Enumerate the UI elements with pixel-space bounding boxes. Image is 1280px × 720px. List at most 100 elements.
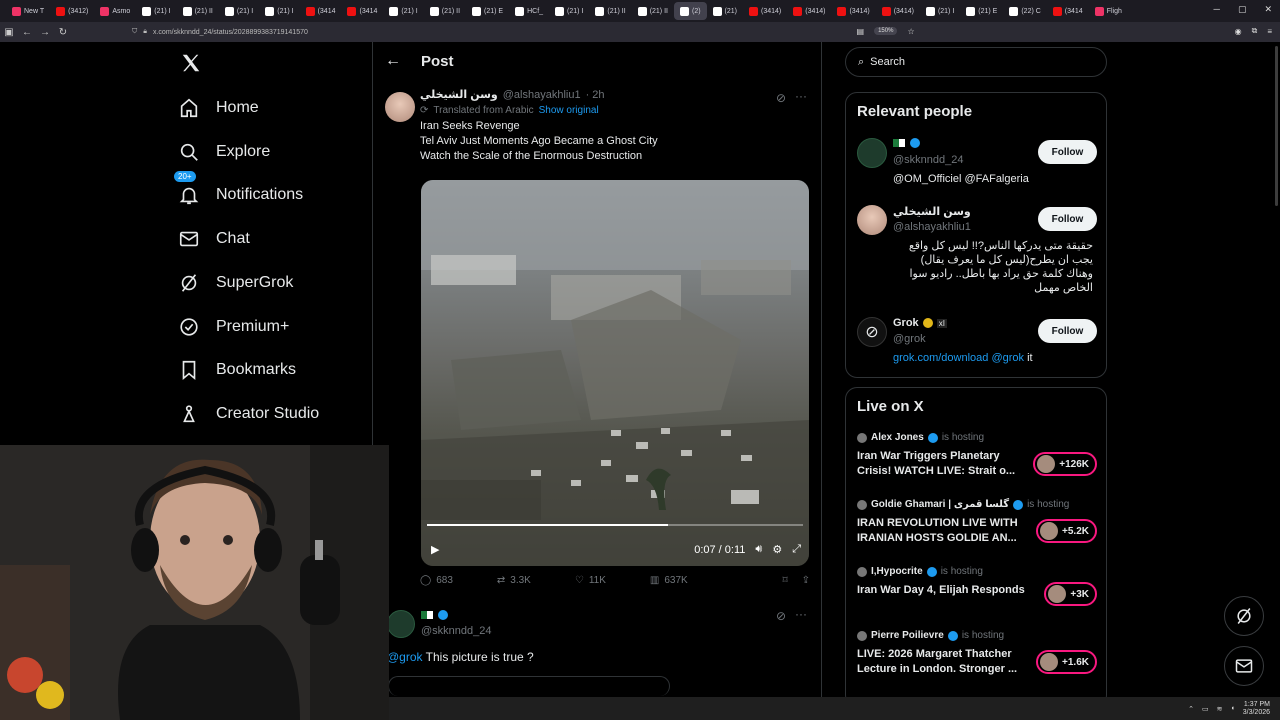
- nav-item-notifications[interactable]: 20+ Notifications: [174, 171, 303, 206]
- menu-icon[interactable]: ≡: [1267, 27, 1272, 36]
- page-scrollbar[interactable]: [1275, 46, 1278, 206]
- browser-tab[interactable]: (21) E: [466, 2, 509, 20]
- browser-tab[interactable]: (21) II: [177, 2, 219, 20]
- browser-tab[interactable]: (21) I: [219, 2, 259, 20]
- clock[interactable]: 1:37 PM 3/3/2026: [1243, 701, 1270, 717]
- back-icon[interactable]: ←: [18, 27, 36, 38]
- speaker-icon[interactable]: ◖: [1231, 705, 1235, 712]
- video-progress-bar[interactable]: [427, 524, 803, 526]
- bookmark-icon[interactable]: ⌑: [782, 575, 787, 586]
- nav-item-home[interactable]: Home: [178, 97, 259, 119]
- post-time[interactable]: · 2h: [586, 89, 605, 101]
- grok-float-button[interactable]: [1224, 596, 1264, 636]
- avatar[interactable]: [857, 138, 887, 168]
- browser-tab[interactable]: (21) I: [259, 2, 299, 20]
- follow-button[interactable]: Follow: [1038, 207, 1097, 231]
- browser-tab[interactable]: (21) II: [424, 2, 466, 20]
- minimize-icon[interactable]: ─: [1214, 4, 1220, 15]
- more-options-icon[interactable]: ···: [795, 89, 807, 103]
- messages-float-button[interactable]: [1224, 646, 1264, 686]
- live-title[interactable]: Iran War Triggers Planetary Crisis! WATC…: [857, 449, 1027, 479]
- live-item[interactable]: Goldie Ghamari | گلسا قمری is hosting IRA…: [857, 499, 1097, 549]
- follow-button[interactable]: Follow: [1038, 319, 1097, 343]
- browser-tab[interactable]: (3414): [787, 2, 831, 20]
- back-arrow-icon[interactable]: ←: [385, 52, 401, 70]
- search-input[interactable]: ⌕ Search: [845, 47, 1107, 77]
- repost-button[interactable]: ⇄ 3.3K: [497, 575, 531, 586]
- maximize-icon[interactable]: ▢: [1238, 4, 1247, 15]
- browser-tab[interactable]: (21) II: [589, 2, 631, 20]
- browser-tab[interactable]: (3412): [50, 2, 94, 20]
- person-item[interactable]: وسن الشيخلي @alshayakhliu1 حقيقة متى يدر…: [857, 205, 1097, 305]
- live-host-name[interactable]: Alex Jones: [871, 432, 924, 443]
- browser-tab[interactable]: (21) I: [383, 2, 423, 20]
- x-logo-icon[interactable]: [180, 52, 202, 74]
- wifi-icon[interactable]: ≋: [1217, 705, 1223, 713]
- zoom-level[interactable]: 150%: [874, 27, 898, 35]
- extensions-icon[interactable]: ⧉: [1252, 26, 1258, 36]
- live-title[interactable]: IRAN REVOLUTION LIVE WITH IRANIAN HOSTS …: [857, 516, 1027, 546]
- network-icon[interactable]: ▭: [1202, 705, 1209, 713]
- forward-icon[interactable]: →: [36, 27, 54, 38]
- nav-item-explore[interactable]: Explore: [178, 141, 270, 163]
- browser-tab[interactable]: (21) I: [136, 2, 176, 20]
- reader-icon[interactable]: ▤: [857, 27, 865, 36]
- url-text[interactable]: x.com/skknndd_24/status/2028899383719141…: [153, 29, 308, 36]
- browser-tab[interactable]: (3414: [300, 2, 342, 20]
- share-icon[interactable]: ⇪: [802, 575, 810, 586]
- author-handle[interactable]: @alshayakhliu1: [503, 89, 581, 101]
- live-host-name[interactable]: Pierre Poilievre: [871, 630, 944, 641]
- star-icon[interactable]: ☆: [907, 27, 914, 36]
- live-item[interactable]: I,Hypocrite is hosting Iran War Day 4, El…: [857, 566, 1097, 606]
- live-listener-pill[interactable]: +1.6K: [1036, 650, 1097, 674]
- person-item[interactable]: ⊘ Grok xI @grok grok.com/download @grok …: [857, 317, 1097, 367]
- browser-tab[interactable]: (22) C: [1003, 2, 1046, 20]
- person-name[interactable]: Grok: [893, 317, 919, 329]
- live-host-name[interactable]: Goldie Ghamari | گلسا قمری: [871, 499, 1009, 510]
- video-player[interactable]: ▶ 0:07 / 0:11 🔊︎ ⚙ ⤢: [421, 180, 809, 566]
- nav-item-supergrok[interactable]: SuperGrok: [178, 272, 293, 294]
- live-item[interactable]: Alex Jones is hosting Iran War Triggers P…: [857, 432, 1097, 482]
- browser-tab[interactable]: (3414): [876, 2, 920, 20]
- live-listener-pill[interactable]: +5.2K: [1036, 519, 1097, 543]
- browser-tab[interactable]: New T: [6, 2, 50, 20]
- reply-button[interactable]: ◯ 683: [420, 575, 453, 586]
- nav-item-bookmarks[interactable]: Bookmarks: [178, 359, 296, 381]
- show-original-link[interactable]: Show original: [539, 105, 599, 116]
- bio-mention[interactable]: @grok: [991, 352, 1024, 364]
- reload-icon[interactable]: ↻: [54, 27, 72, 38]
- browser-tab[interactable]: (3414: [1047, 2, 1089, 20]
- account-icon[interactable]: ◉: [1235, 27, 1242, 36]
- browser-tab[interactable]: (21): [707, 2, 743, 20]
- address-field[interactable]: ⛉ 🔒︎ x.com/skknndd_24/status/20288993837…: [132, 28, 308, 36]
- live-listener-pill[interactable]: +3K: [1044, 582, 1097, 606]
- person-handle[interactable]: @skknndd_24: [893, 154, 964, 166]
- browser-tab[interactable]: (3414): [831, 2, 875, 20]
- browser-tab[interactable]: (3414): [743, 2, 787, 20]
- settings-icon[interactable]: ⚙: [772, 543, 782, 556]
- grok-avatar-icon[interactable]: ⊘: [857, 317, 887, 347]
- avatar[interactable]: [385, 92, 415, 122]
- person-handle[interactable]: @grok: [893, 333, 926, 345]
- reply-handle[interactable]: @skknndd_24: [421, 625, 492, 637]
- browser-tab[interactable]: HCf_: [509, 2, 549, 20]
- close-icon[interactable]: ✕: [1264, 4, 1272, 15]
- person-bio[interactable]: @OM_Officiel @FAFalgeria: [893, 172, 1029, 186]
- live-title[interactable]: LIVE: 2026 Margaret Thatcher Lecture in …: [857, 647, 1027, 677]
- browser-tab[interactable]: (21) E: [960, 2, 1003, 20]
- avatar[interactable]: [387, 610, 415, 638]
- person-item[interactable]: @skknndd_24 @OM_Officiel @FAFalgeria Fol…: [857, 138, 1097, 188]
- nav-item-creator-studio[interactable]: Creator Studio: [178, 403, 319, 425]
- live-item[interactable]: Pierre Poilievre is hosting LIVE: 2026 Ma…: [857, 630, 1097, 680]
- browser-tab[interactable]: (3414: [341, 2, 383, 20]
- nav-item-chat[interactable]: Chat: [178, 228, 250, 250]
- fullscreen-icon[interactable]: ⤢: [792, 543, 801, 556]
- mention-link[interactable]: @grok: [387, 650, 423, 664]
- like-button[interactable]: ♡ 11K: [575, 575, 606, 586]
- browser-tab[interactable]: (21) I: [920, 2, 960, 20]
- follow-button[interactable]: Follow: [1038, 140, 1097, 164]
- more-options-icon[interactable]: ···: [795, 607, 807, 621]
- browser-tab[interactable]: (21) I: [549, 2, 589, 20]
- browser-tab[interactable]: Fligh: [1089, 2, 1128, 20]
- author-name[interactable]: وسن الشيخلي: [420, 88, 498, 101]
